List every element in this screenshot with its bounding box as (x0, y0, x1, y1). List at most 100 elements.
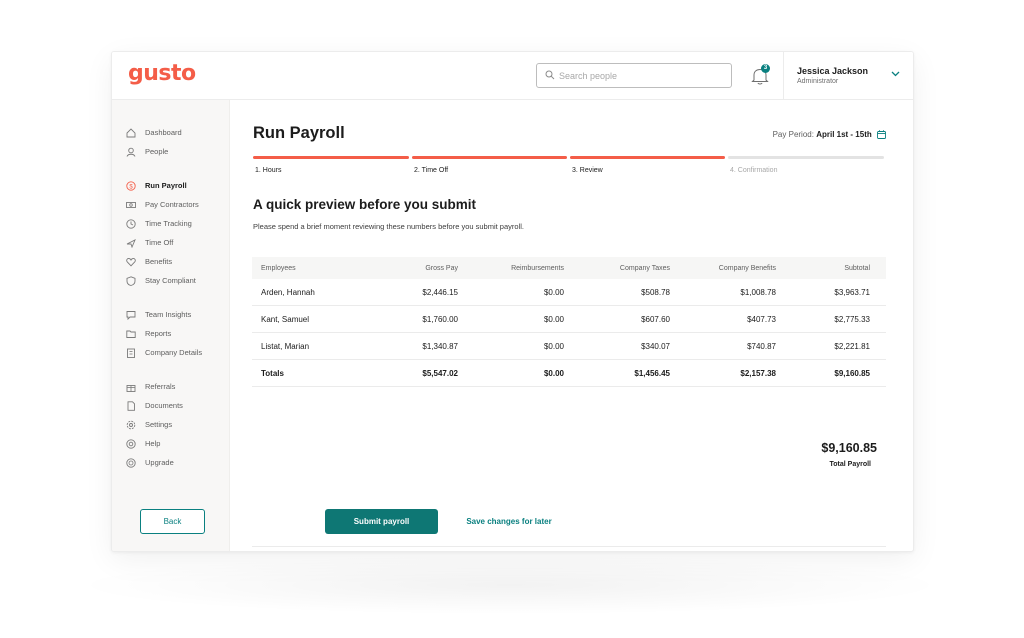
sidebar-item-label: Time Tracking (145, 219, 192, 228)
total-gross-pay: $5,547.02 (422, 368, 458, 378)
step-review[interactable]: 3. Review (570, 156, 725, 180)
company-taxes: $607.60 (641, 314, 670, 324)
sidebar-item-label: Company Details (145, 348, 203, 357)
total-subtotal: $9,160.85 (834, 368, 870, 378)
step-bar (253, 156, 409, 159)
sidebar-item-time-tracking[interactable]: Time Tracking (126, 217, 226, 231)
company-taxes: $340.07 (641, 341, 670, 351)
pay-period-label: Pay Period: (772, 130, 814, 139)
col-employees: Employees (261, 264, 296, 272)
step-label: 2. Time Off (414, 167, 449, 174)
total-company-benefits: $2,157.38 (740, 368, 776, 378)
page-title: Run Payroll (253, 124, 345, 142)
subtotal: $2,775.33 (834, 314, 870, 324)
subtotal: $2,221.81 (834, 341, 870, 351)
money-icon (126, 202, 136, 208)
sidebar-item-reports[interactable]: Reports (126, 327, 226, 341)
table-row[interactable]: Arden, Hannah $2,446.15 $0.00 $508.78 $1… (252, 279, 886, 306)
document-icon (127, 401, 135, 411)
reimbursements: $0.00 (543, 341, 564, 351)
sidebar-item-label: Documents (145, 401, 183, 410)
chat-icon (126, 311, 136, 320)
sidebar-item-benefits[interactable]: Benefits (126, 255, 226, 269)
gear-icon (126, 420, 136, 430)
sidebar-item-time-off[interactable]: Time Off (126, 236, 226, 250)
employee-name: Listat, Marian (261, 341, 310, 351)
sidebar-item-people[interactable]: People (126, 145, 226, 159)
step-label: 4. Confirmation (730, 167, 778, 174)
notifications-button[interactable]: 3 (749, 64, 771, 87)
sidebar-item-label: Run Payroll (145, 181, 187, 190)
upgrade-icon (126, 458, 136, 468)
top-header: gusto 3 Jessica Jackson Administrator (112, 52, 913, 100)
progress-stepper: 1. Hours 2. Time Off 3. Review 4. Confir… (253, 156, 886, 180)
company-benefits: $407.73 (747, 314, 776, 324)
col-gross-pay: Gross Pay (425, 264, 458, 272)
calendar-icon[interactable] (877, 130, 886, 139)
search-input[interactable] (559, 66, 727, 85)
main-content: Run Payroll Pay Period: April 1st - 15th… (230, 100, 913, 551)
sidebar-item-label: Benefits (145, 257, 173, 266)
subtotal: $3,963.71 (834, 287, 870, 297)
sidebar-item-label: Settings (145, 420, 173, 429)
clock-icon (126, 219, 136, 229)
col-company-benefits: Company Benefits (718, 264, 776, 272)
save-changes-link[interactable]: Save changes for later (457, 509, 561, 534)
employee-name: Arden, Hannah (261, 287, 315, 297)
step-hours[interactable]: 1. Hours (253, 156, 409, 180)
sidebar-item-referrals[interactable]: Referrals (126, 380, 226, 394)
step-label: 3. Review (572, 167, 603, 174)
sidebar-item-dashboard[interactable]: Dashboard (126, 126, 226, 140)
sidebar-item-label: Pay Contractors (145, 200, 199, 209)
total-payroll-amount: $9,160.85 (821, 441, 877, 455)
sidebar-item-help[interactable]: Help (126, 437, 226, 451)
submit-payroll-button[interactable]: Submit payroll (325, 509, 438, 534)
preview-subtitle: Please spend a brief moment reviewing th… (253, 222, 524, 231)
user-role: Administrator (797, 78, 839, 85)
step-label: 1. Hours (255, 167, 282, 174)
sidebar-item-company-details[interactable]: Company Details (126, 346, 226, 360)
search-box[interactable] (536, 63, 732, 88)
company-taxes: $508.78 (641, 287, 670, 297)
gusto-logo[interactable]: gusto (128, 61, 196, 86)
sidebar-item-settings[interactable]: Settings (126, 418, 226, 432)
pay-period[interactable]: Pay Period: April 1st - 15th (773, 130, 886, 139)
step-bar (728, 156, 884, 159)
total-reimbursements: $0.00 (543, 368, 564, 378)
chevron-down-icon (891, 71, 900, 77)
table-row[interactable]: Listat, Marian $1,340.87 $0.00 $340.07 $… (252, 333, 886, 360)
shield-icon (126, 276, 136, 286)
gross-pay: $1,760.00 (422, 314, 458, 324)
table-header: Employees Gross Pay Reimbursements Compa… (252, 257, 886, 279)
user-menu[interactable]: Jessica Jackson Administrator (784, 52, 913, 100)
sidebar-item-team-insights[interactable]: Team Insights (126, 308, 226, 322)
gift-icon (126, 385, 136, 392)
folder-icon (126, 330, 136, 338)
employee-name: Kant, Samuel (261, 314, 310, 324)
sidebar-item-run-payroll[interactable]: $ Run Payroll (126, 179, 226, 193)
back-button[interactable]: Back (140, 509, 205, 534)
sidebar-item-label: Team Insights (145, 310, 192, 319)
table-row[interactable]: Kant, Samuel $1,760.00 $0.00 $607.60 $40… (252, 306, 886, 333)
totals-label: Totals (261, 368, 284, 378)
step-time-off[interactable]: 2. Time Off (412, 156, 567, 180)
preview-heading: A quick preview before you submit (253, 197, 477, 212)
heart-icon (126, 258, 136, 267)
step-bar (570, 156, 725, 159)
dollar-circle-icon: $ (126, 181, 136, 191)
page-shadow (70, 555, 950, 615)
sidebar-item-label: Referrals (145, 382, 176, 391)
sidebar: Dashboard People $ Run Payroll Pay Contr… (112, 100, 230, 551)
help-icon (126, 439, 136, 449)
footer-divider (252, 546, 886, 547)
total-company-taxes: $1,456.45 (634, 368, 670, 378)
sidebar-item-pay-contractors[interactable]: Pay Contractors (126, 198, 226, 212)
sidebar-item-upgrade[interactable]: Upgrade (126, 456, 226, 470)
pay-period-value: April 1st - 15th (816, 130, 872, 139)
sidebar-item-stay-compliant[interactable]: Stay Compliant (126, 274, 226, 288)
sidebar-item-documents[interactable]: Documents (126, 399, 226, 413)
sidebar-item-label: Stay Compliant (145, 276, 196, 285)
company-benefits: $1,008.78 (740, 287, 776, 297)
total-payroll-label: Total Payroll (829, 461, 872, 468)
col-reimbursements: Reimbursements (511, 264, 564, 272)
